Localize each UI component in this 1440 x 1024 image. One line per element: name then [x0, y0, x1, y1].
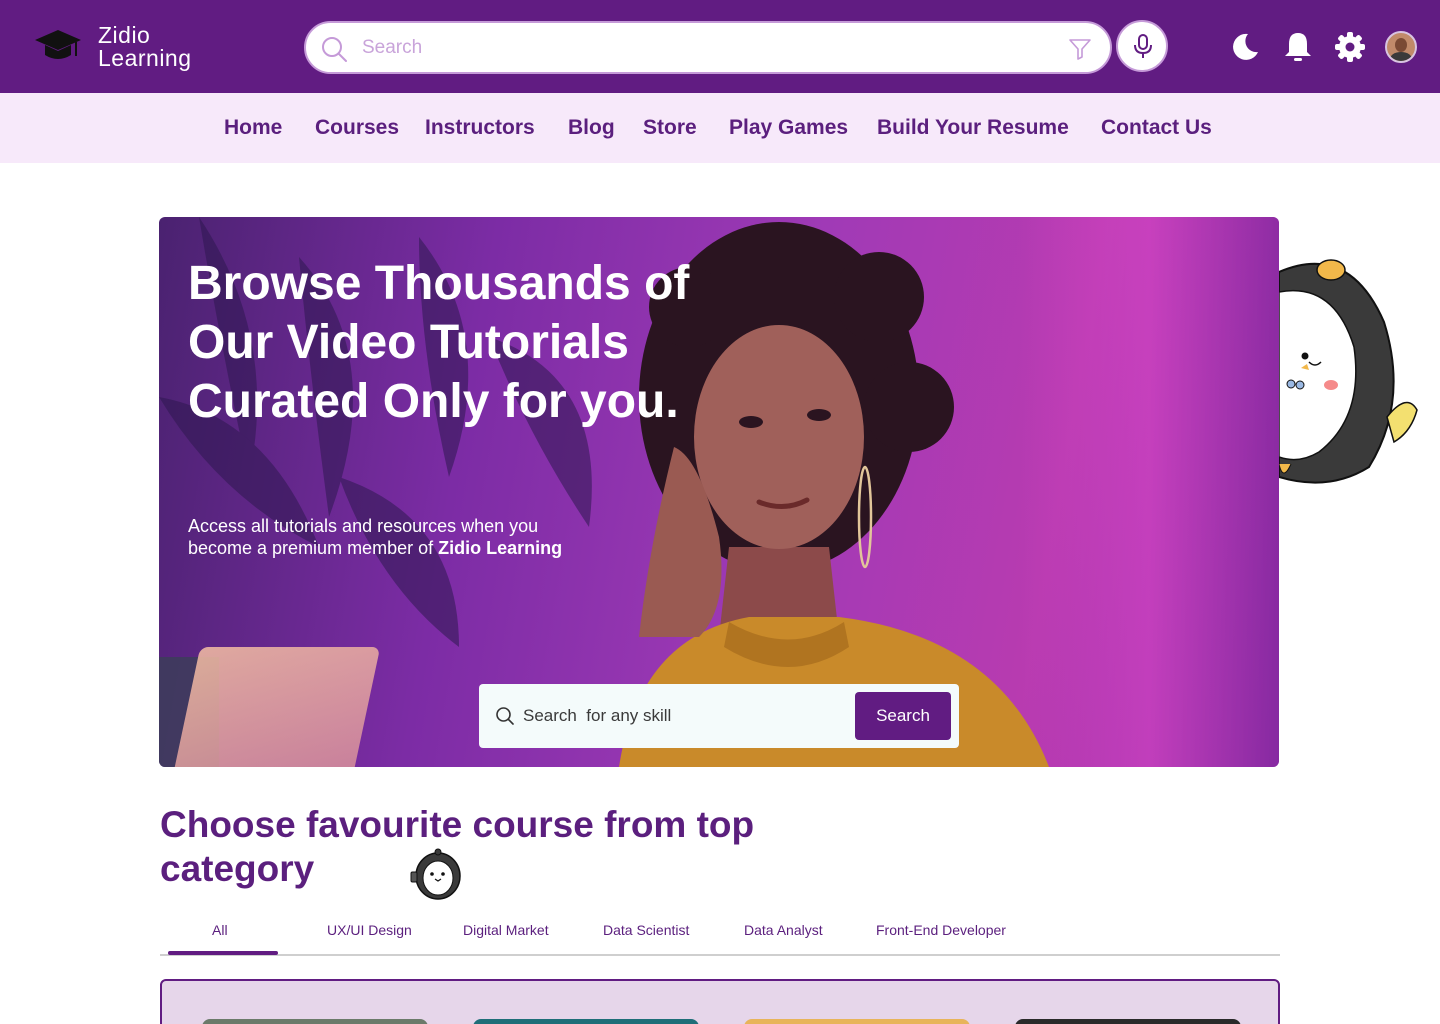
course-cards-panel: [160, 979, 1280, 1024]
hero-subtitle-brand: Zidio Learning: [438, 538, 563, 558]
gear-icon[interactable]: [1333, 30, 1367, 64]
course-card[interactable]: [202, 1019, 428, 1024]
nav-store[interactable]: Store: [643, 116, 697, 140]
header-search: [304, 21, 1112, 74]
voice-search-button[interactable]: [1116, 20, 1168, 72]
hero-title: Browse Thousands of Our Video Tutorials …: [188, 257, 690, 428]
main-nav: Home Courses Instructors Blog Store Play…: [0, 93, 1440, 163]
tab-front-end-developer[interactable]: Front-End Developer: [876, 922, 1006, 938]
tab-ux-ui-design[interactable]: UX/UI Design: [327, 922, 412, 938]
top-bar: Zidio Learning: [0, 0, 1440, 93]
penguin-mascot-illustration: [1279, 259, 1418, 484]
active-tab-indicator: [168, 951, 278, 955]
search-icon: [496, 707, 514, 725]
course-card[interactable]: [744, 1019, 970, 1024]
brand-name: Zidio Learning: [98, 22, 192, 71]
hero-banner: Browse Thousands of Our Video Tutorials …: [159, 217, 1279, 767]
tab-all[interactable]: All: [212, 922, 228, 938]
category-section-title: Choose favourite course from top categor…: [160, 804, 755, 889]
microphone-icon: [1134, 34, 1152, 58]
course-card[interactable]: [1015, 1019, 1241, 1024]
header-search-input[interactable]: [362, 33, 1042, 63]
hero-subtitle: Access all tutorials and resources when …: [188, 516, 563, 558]
penguin-icon: [410, 848, 461, 900]
tab-data-analyst[interactable]: Data Analyst: [744, 922, 823, 938]
search-icon[interactable]: [320, 35, 348, 63]
nav-courses[interactable]: Courses: [315, 116, 399, 140]
category-tabs: All UX/UI Design Digital Market Data Sci…: [160, 916, 1280, 956]
nav-home[interactable]: Home: [224, 116, 282, 140]
course-card[interactable]: [473, 1019, 699, 1024]
skill-search-input[interactable]: [523, 704, 823, 728]
brand-logo[interactable]: Zidio Learning: [34, 22, 234, 74]
nav-contact-us[interactable]: Contact Us: [1101, 116, 1212, 140]
nav-play-games[interactable]: Play Games: [729, 116, 848, 140]
filter-icon[interactable]: [1068, 37, 1092, 61]
graduation-cap-icon: [35, 30, 81, 59]
bell-icon[interactable]: [1281, 30, 1315, 64]
moon-icon[interactable]: [1228, 30, 1262, 64]
nav-build-resume[interactable]: Build Your Resume: [877, 116, 1069, 140]
nav-blog[interactable]: Blog: [568, 116, 615, 140]
skill-search-box: Search: [479, 684, 959, 748]
tab-digital-market[interactable]: Digital Market: [463, 922, 549, 938]
tab-data-scientist[interactable]: Data Scientist: [603, 922, 689, 938]
skill-search-button[interactable]: Search: [855, 692, 951, 740]
nav-instructors[interactable]: Instructors: [425, 116, 535, 140]
user-avatar[interactable]: [1385, 31, 1417, 63]
